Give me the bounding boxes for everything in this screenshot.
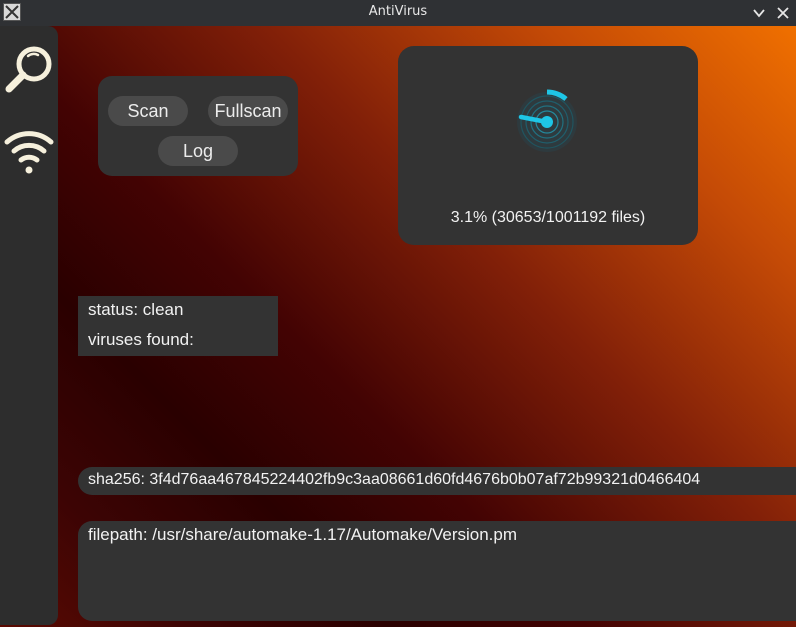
close-icon[interactable]	[774, 4, 792, 22]
filepath-text: filepath: /usr/share/automake-1.17/Autom…	[88, 525, 518, 544]
main-content: Scan Fullscan Log 3.1% (30653/1001192 fi…	[0, 26, 796, 627]
filepath-display: filepath: /usr/share/automake-1.17/Autom…	[78, 521, 796, 621]
sidebar	[0, 26, 58, 625]
title-bar[interactable]: AntiVirus	[0, 0, 796, 26]
scan-buttons-panel: Scan Fullscan Log	[98, 76, 298, 176]
fullscan-button[interactable]: Fullscan	[208, 96, 288, 126]
sha256-display: sha256: 3f4d76aa467845224402fb9c3aa08661…	[78, 467, 796, 495]
log-button[interactable]: Log	[158, 136, 238, 166]
scan-progress-panel: 3.1% (30653/1001192 files)	[398, 46, 698, 245]
app-window: AntiVirus Scan Fullscan Log 3.1% (30653/…	[0, 0, 796, 627]
viruses-found-text: viruses found:	[88, 330, 194, 349]
progress-label: 3.1% (30653/1001192 files)	[450, 209, 646, 226]
window-title: AntiVirus	[368, 4, 428, 19]
status-text: status: clean	[88, 300, 184, 319]
sha256-text: sha256: 3f4d76aa467845224402fb9c3aa08661…	[88, 471, 701, 488]
search-icon[interactable]	[4, 44, 56, 96]
scan-button[interactable]: Scan	[108, 96, 188, 126]
wifi-icon[interactable]	[4, 124, 56, 176]
minimize-chevron-icon[interactable]	[750, 4, 768, 22]
status-box: status: clean viruses found:	[78, 296, 278, 356]
radar-spinner-icon	[517, 89, 577, 152]
